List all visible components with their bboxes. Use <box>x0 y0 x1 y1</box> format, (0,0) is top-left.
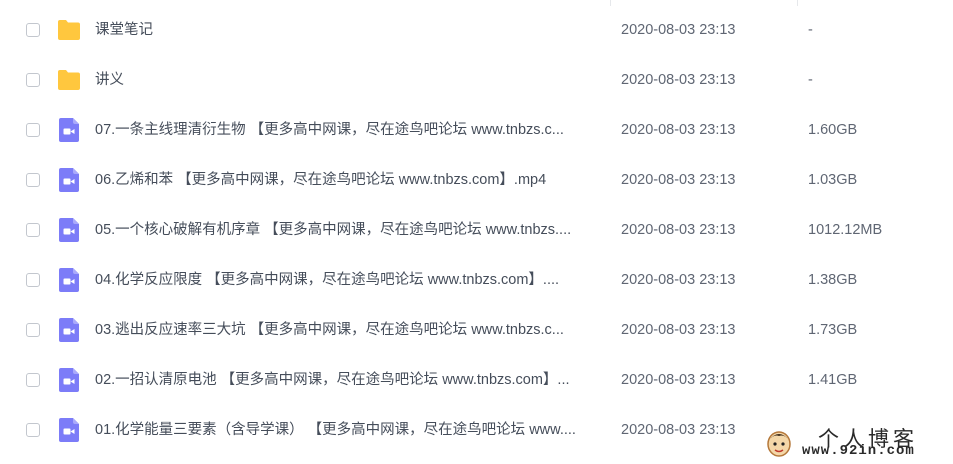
file-size: 1.41GB <box>808 372 858 388</box>
file-row[interactable]: 05.一个核心破解有机序章 【更多高中网课，尽在途鸟吧论坛 www.tnbzs.… <box>0 205 953 255</box>
modified-time: 2020-08-03 23:13 <box>621 72 736 88</box>
file-row[interactable]: 课堂笔记 2020-08-03 23:13 - <box>0 5 953 55</box>
modified-time: 2020-08-03 23:13 <box>621 322 736 338</box>
file-name[interactable]: 06.乙烯和苯 【更多高中网课，尽在途鸟吧论坛 www.tnbzs.com】.m… <box>95 155 603 205</box>
file-row[interactable]: 03.逃出反应速率三大坑 【更多高中网课，尽在途鸟吧论坛 www.tnbzs.c… <box>0 305 953 355</box>
blog-watermark: 个人博客 www.92in.com <box>760 420 953 464</box>
modified-time: 2020-08-03 23:13 <box>621 422 736 438</box>
file-list: 课堂笔记 2020-08-03 23:13 - 讲义 2020-08-03 23:13 -… <box>0 5 953 455</box>
modified-time: 2020-08-03 23:13 <box>621 272 736 288</box>
row-checkbox[interactable] <box>26 323 40 337</box>
video-file-icon <box>57 117 81 143</box>
file-size: 1.73GB <box>808 322 858 338</box>
row-checkbox[interactable] <box>26 423 40 437</box>
file-name[interactable]: 02.一招认清原电池 【更多高中网课，尽在途鸟吧论坛 www.tnbzs.com… <box>95 355 603 405</box>
file-size: 1012.12MB <box>808 222 883 238</box>
row-checkbox[interactable] <box>26 273 40 287</box>
modified-time: 2020-08-03 23:13 <box>621 372 736 388</box>
file-name[interactable]: 05.一个核心破解有机序章 【更多高中网课，尽在途鸟吧论坛 www.tnbzs.… <box>95 205 603 255</box>
file-row[interactable]: 讲义 2020-08-03 23:13 - <box>0 55 953 105</box>
folder-icon <box>57 17 81 43</box>
file-size: - <box>808 72 813 88</box>
file-size: - <box>808 22 813 38</box>
file-name[interactable]: 03.逃出反应速率三大坑 【更多高中网课，尽在途鸟吧论坛 www.tnbzs.c… <box>95 305 603 355</box>
file-name[interactable]: 01.化学能量三要素（含导学课） 【更多高中网课，尽在途鸟吧论坛 www.... <box>95 405 603 455</box>
file-name[interactable]: 04.化学反应限度 【更多高中网课，尽在途鸟吧论坛 www.tnbzs.com】… <box>95 255 603 305</box>
file-row[interactable]: 07.一条主线理清衍生物 【更多高中网课，尽在途鸟吧论坛 www.tnbzs.c… <box>0 105 953 155</box>
file-size: 1.03GB <box>808 172 858 188</box>
watermark-logo-icon <box>767 431 791 457</box>
file-row[interactable]: 02.一招认清原电池 【更多高中网课，尽在途鸟吧论坛 www.tnbzs.com… <box>0 355 953 405</box>
video-file-icon <box>57 217 81 243</box>
row-checkbox[interactable] <box>26 73 40 87</box>
row-checkbox[interactable] <box>26 373 40 387</box>
file-row[interactable]: 04.化学反应限度 【更多高中网课，尽在途鸟吧论坛 www.tnbzs.com】… <box>0 255 953 305</box>
file-name[interactable]: 07.一条主线理清衍生物 【更多高中网课，尽在途鸟吧论坛 www.tnbzs.c… <box>95 105 603 155</box>
row-checkbox[interactable] <box>26 23 40 37</box>
modified-time: 2020-08-03 23:13 <box>621 222 736 238</box>
file-row[interactable]: 06.乙烯和苯 【更多高中网课，尽在途鸟吧论坛 www.tnbzs.com】.m… <box>0 155 953 205</box>
row-checkbox[interactable] <box>26 223 40 237</box>
file-size: 1.60GB <box>808 122 858 138</box>
row-checkbox[interactable] <box>26 123 40 137</box>
file-name[interactable]: 课堂笔记 <box>95 5 603 55</box>
row-checkbox[interactable] <box>26 173 40 187</box>
modified-time: 2020-08-03 23:13 <box>621 22 736 38</box>
video-file-icon <box>57 367 81 393</box>
file-size: 1.38GB <box>808 272 858 288</box>
video-file-icon <box>57 417 81 443</box>
video-file-icon <box>57 167 81 193</box>
modified-time: 2020-08-03 23:13 <box>621 172 736 188</box>
video-file-icon <box>57 267 81 293</box>
video-file-icon <box>57 317 81 343</box>
watermark-url: www.92in.com <box>802 443 915 459</box>
folder-icon <box>57 67 81 93</box>
file-name[interactable]: 讲义 <box>95 55 603 105</box>
modified-time: 2020-08-03 23:13 <box>621 122 736 138</box>
